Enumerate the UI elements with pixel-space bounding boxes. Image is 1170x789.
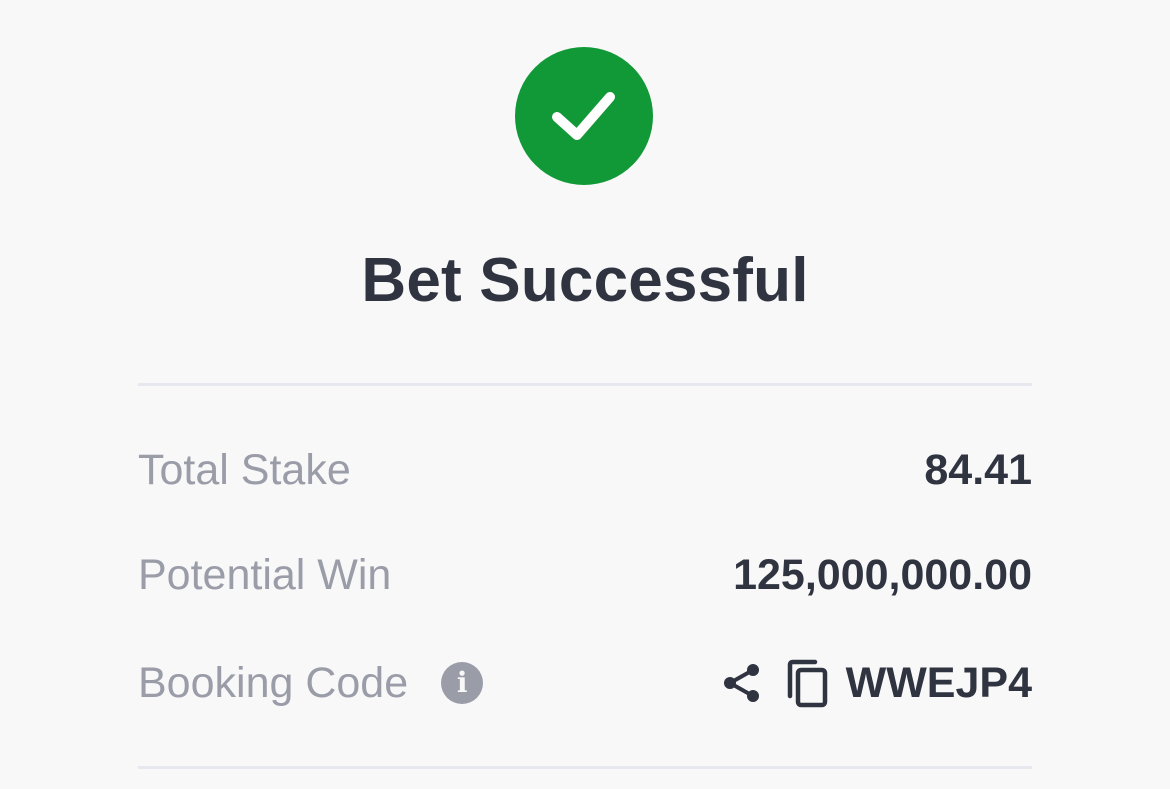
booking-code-value[interactable]: WWEJP4 <box>846 655 1032 711</box>
info-icon[interactable]: i <box>441 662 484 704</box>
divider <box>138 766 1032 769</box>
total-stake-label: Total Stake <box>138 446 351 494</box>
booking-code-label-group: Booking Code i <box>138 655 484 711</box>
potential-win-label: Potential Win <box>138 551 392 599</box>
booking-code-actions: WWEJP4 <box>720 655 1032 711</box>
checkmark-icon <box>552 92 615 140</box>
success-check-icon <box>515 47 653 185</box>
booking-code-row: Booking Code i WWEJP4 <box>138 655 1032 711</box>
total-stake-value: 84.41 <box>924 446 1032 494</box>
potential-win-row: Potential Win 125,000,000.00 <box>138 547 1032 603</box>
booking-code-label: Booking Code <box>138 659 409 707</box>
page-title: Bet Successful <box>361 246 809 315</box>
divider <box>138 383 1032 386</box>
copy-icon[interactable] <box>784 657 830 709</box>
share-icon[interactable] <box>720 661 764 705</box>
total-stake-row: Total Stake 84.41 <box>138 442 1032 498</box>
potential-win-value: 125,000,000.00 <box>733 551 1032 599</box>
